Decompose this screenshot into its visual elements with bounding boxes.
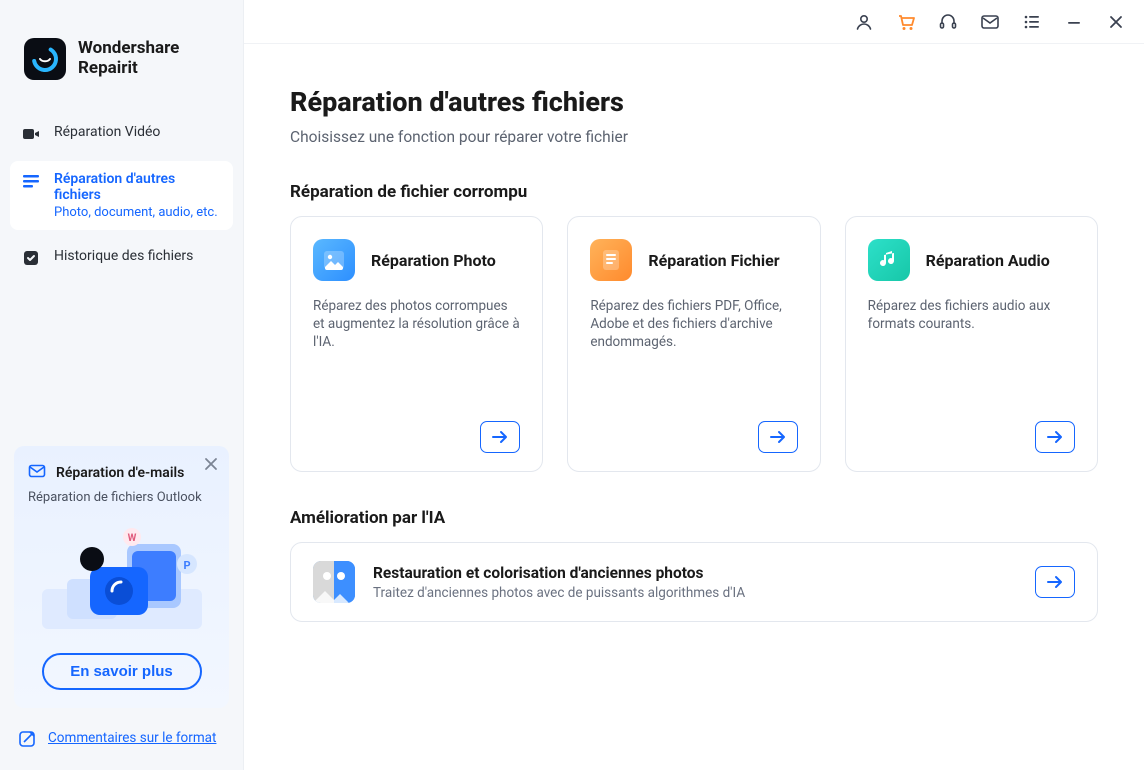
- section-ai-enhancement: Amélioration par l'IA: [290, 508, 1098, 528]
- card-desc: Réparez des fichiers audio aux formats c…: [868, 297, 1075, 333]
- mail-icon: [28, 462, 46, 484]
- app-name: Wondershare Repairit: [78, 39, 179, 78]
- page-title: Réparation d'autres fichiers: [290, 86, 1098, 118]
- main: Réparation d'autres fichiers Choisissez …: [244, 0, 1144, 770]
- svg-text:W: W: [127, 533, 136, 544]
- support-icon[interactable]: [938, 12, 958, 32]
- format-comments-link[interactable]: Commentaires sur le format: [18, 730, 225, 752]
- video-icon: [22, 125, 40, 143]
- topbar: [244, 0, 1144, 44]
- old-photo-icon: [313, 561, 355, 603]
- sidebar-item-label: Réparation Vidéo: [54, 124, 160, 140]
- card-title: Réparation Fichier: [648, 251, 779, 270]
- app-logo-block: Wondershare Repairit: [0, 0, 243, 108]
- sidebar: Wondershare Repairit Réparation Vidéo Ré…: [0, 0, 244, 770]
- promo-desc: Réparation de fichiers Outlook: [28, 490, 215, 505]
- mail-icon[interactable]: [980, 12, 1000, 32]
- sidebar-item-label: Historique des fichiers: [54, 248, 193, 264]
- close-button[interactable]: [1106, 12, 1126, 32]
- wide-card-desc: Traitez d'anciennes photos avec de puiss…: [373, 585, 1017, 601]
- sidebar-item-sublabel: Photo, document, audio, etc.: [54, 205, 221, 220]
- app-logo-icon: [24, 38, 66, 80]
- card-title: Réparation Photo: [371, 251, 496, 270]
- promo-card: Réparation d'e-mails Réparation de fichi…: [14, 446, 229, 708]
- sidebar-nav: Réparation Vidéo Réparation d'autres fic…: [0, 108, 243, 291]
- card-arrow-button[interactable]: [758, 421, 798, 453]
- list-icon: [22, 172, 40, 190]
- card-arrow-button[interactable]: [1035, 566, 1075, 598]
- minimize-button[interactable]: [1064, 12, 1084, 32]
- sidebar-item-other-files[interactable]: Réparation d'autres fichiers Photo, docu…: [10, 161, 233, 230]
- sidebar-item-file-history[interactable]: Historique des fichiers: [10, 238, 233, 277]
- card-arrow-button[interactable]: [480, 421, 520, 453]
- promo-title: Réparation d'e-mails: [56, 465, 184, 481]
- brand-line1: Wondershare: [78, 39, 179, 59]
- card-file-repair[interactable]: Réparation Fichier Réparez des fichiers …: [567, 216, 820, 472]
- brand-line2: Repairit: [78, 59, 179, 79]
- card-title: Réparation Audio: [926, 251, 1050, 270]
- edit-icon: [18, 730, 36, 752]
- file-icon: [590, 239, 632, 281]
- card-photo-repair[interactable]: Réparation Photo Réparez des photos corr…: [290, 216, 543, 472]
- card-desc: Réparez des fichiers PDF, Office, Adobe …: [590, 297, 797, 352]
- promo-cta-button[interactable]: En savoir plus: [42, 653, 202, 690]
- svg-text:P: P: [183, 559, 190, 572]
- section-corrupt-files: Réparation de fichier corrompu: [290, 182, 1098, 202]
- wide-card-title: Restauration et colorisation d'anciennes…: [373, 564, 1017, 582]
- format-comments-label: Commentaires sur le format: [48, 730, 216, 746]
- repair-cards: Réparation Photo Réparez des photos corr…: [290, 216, 1098, 472]
- promo-illustration: P W: [32, 519, 212, 639]
- card-desc: Réparez des photos corrompues et augment…: [313, 297, 520, 352]
- account-icon[interactable]: [854, 12, 874, 32]
- promo-close-button[interactable]: [201, 454, 221, 474]
- audio-icon: [868, 239, 910, 281]
- content: Réparation d'autres fichiers Choisissez …: [244, 44, 1144, 770]
- page-subtitle: Choisissez une fonction pour réparer vot…: [290, 128, 1098, 146]
- menu-icon[interactable]: [1022, 12, 1042, 32]
- card-audio-repair[interactable]: Réparation Audio Réparez des fichiers au…: [845, 216, 1098, 472]
- cart-icon[interactable]: [896, 12, 916, 32]
- card-arrow-button[interactable]: [1035, 421, 1075, 453]
- card-old-photo-restoration[interactable]: Restauration et colorisation d'anciennes…: [290, 542, 1098, 622]
- photo-icon: [313, 239, 355, 281]
- sidebar-item-label: Réparation d'autres fichiers: [54, 171, 221, 203]
- history-icon: [22, 249, 40, 267]
- sidebar-item-video-repair[interactable]: Réparation Vidéo: [10, 114, 233, 153]
